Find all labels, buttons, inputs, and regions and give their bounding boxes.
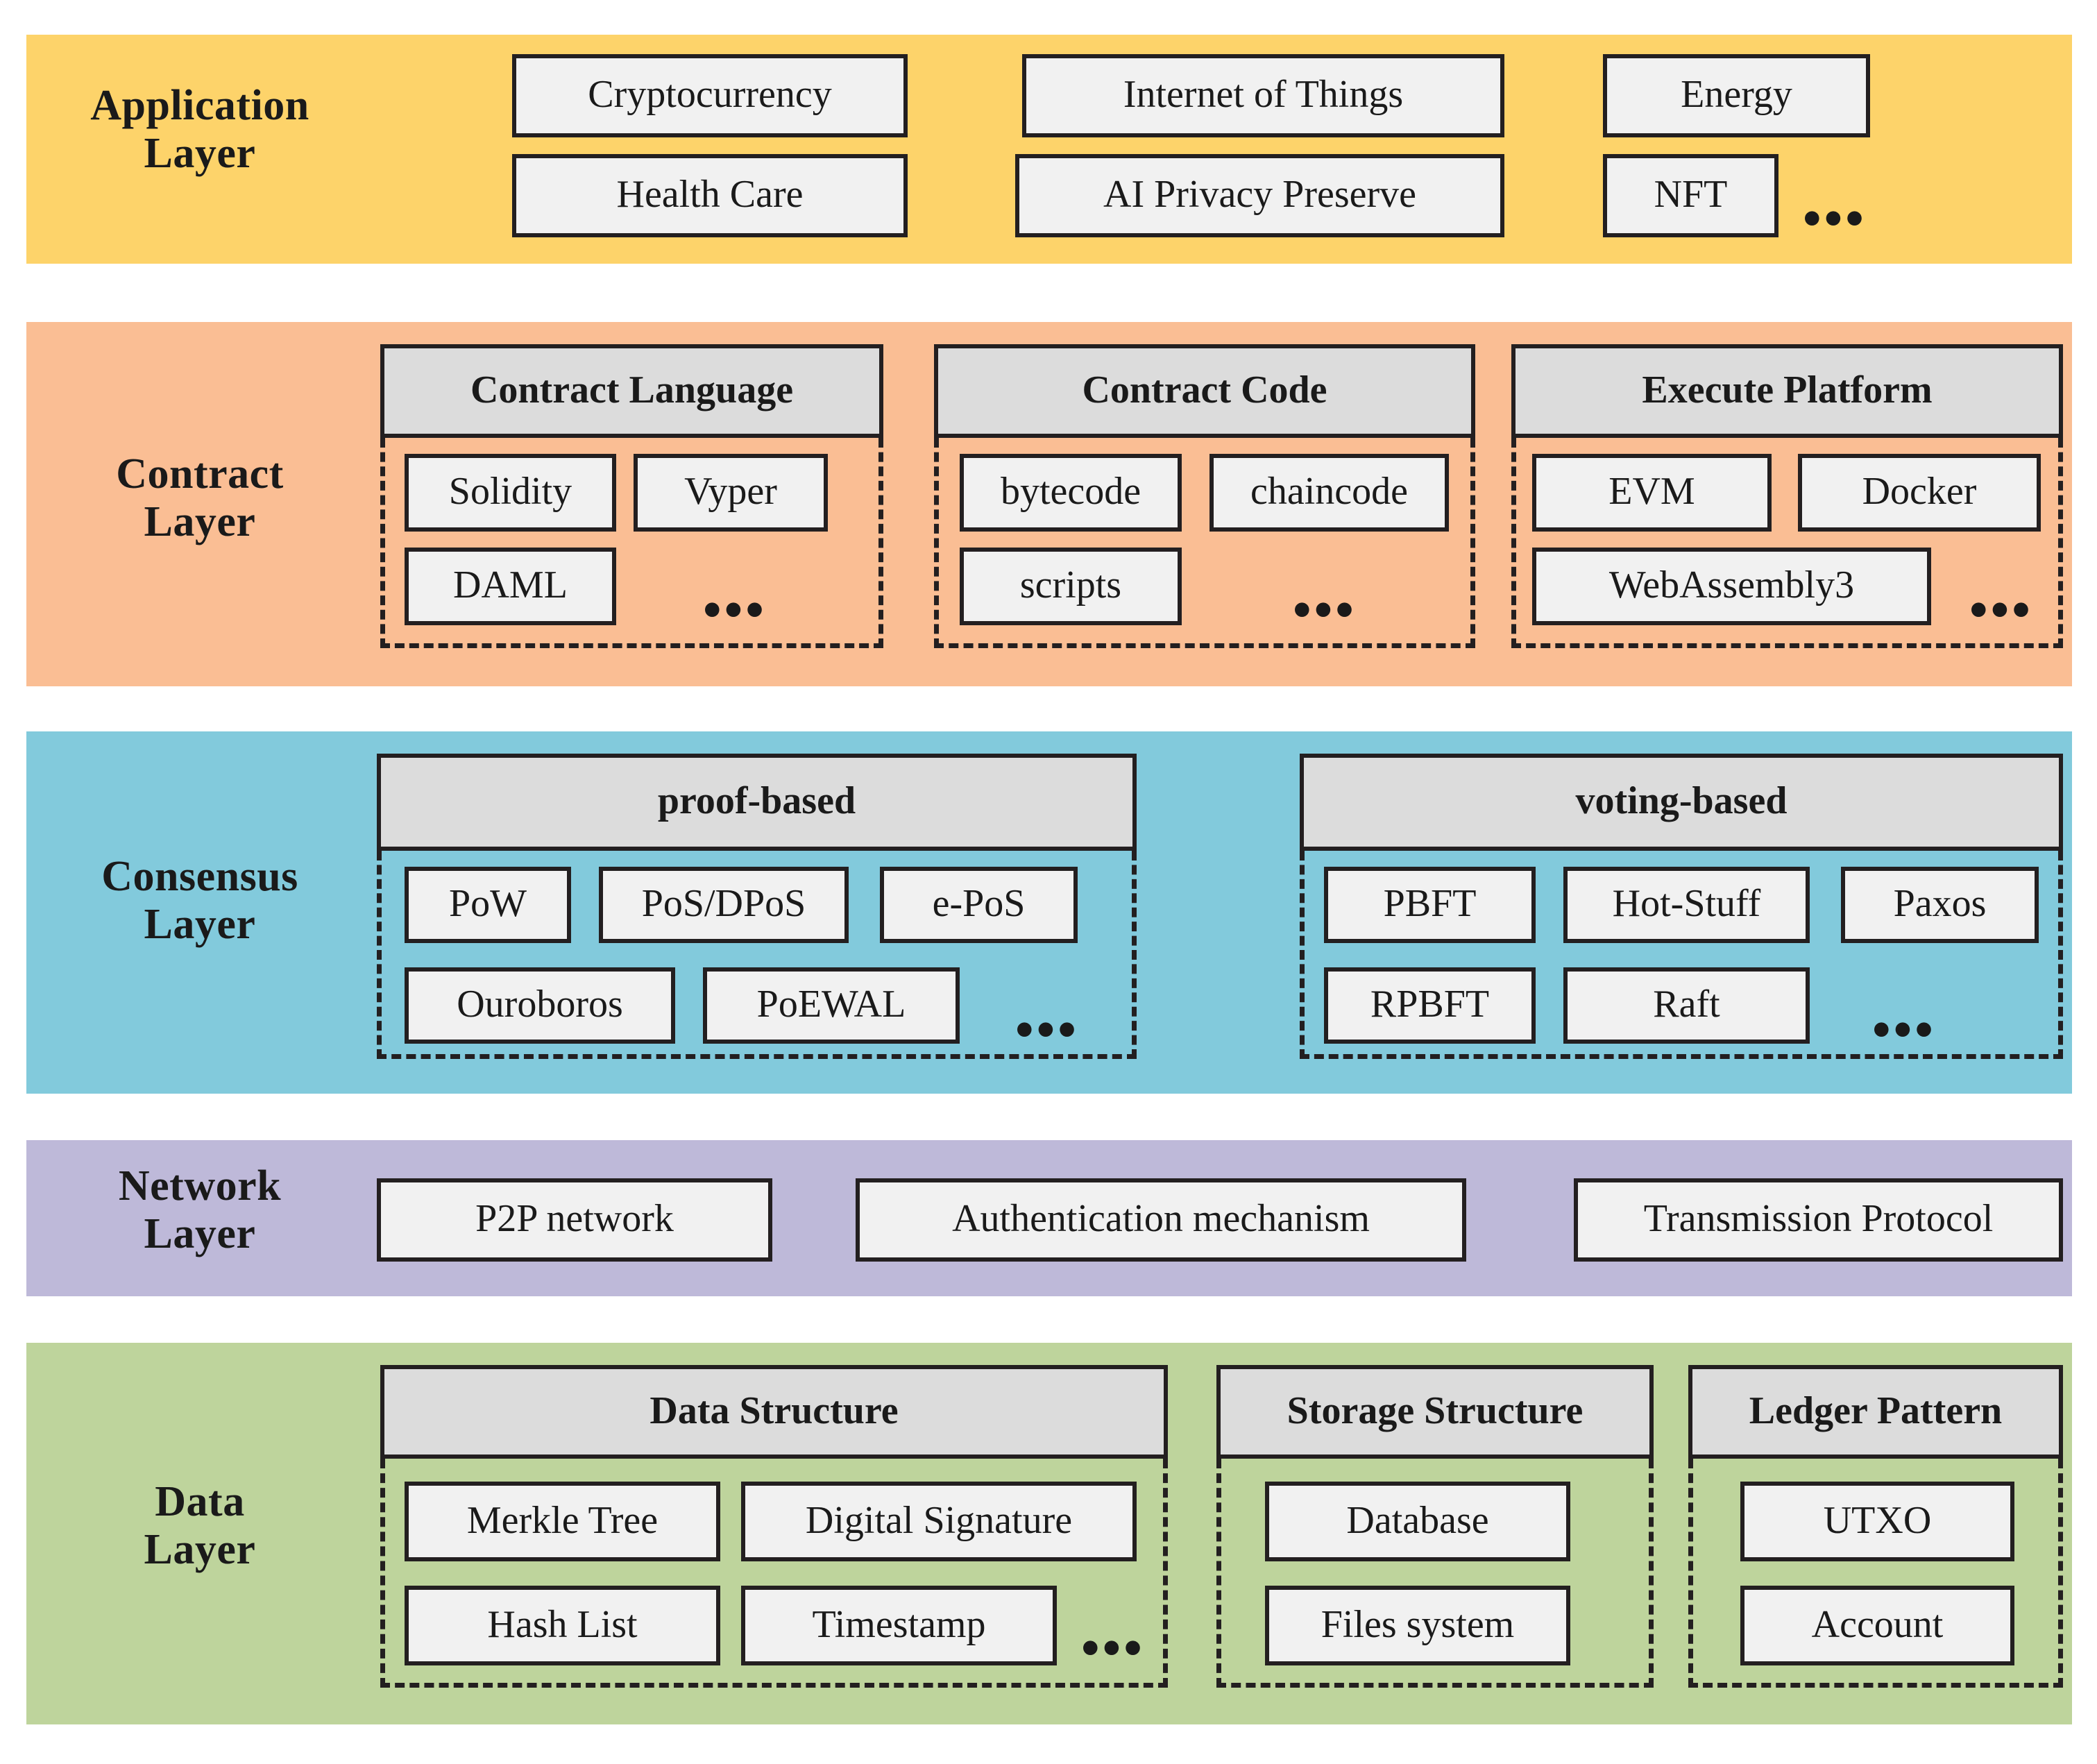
- voting-based-item-hot-stuff[interactable]: Hot-Stuff: [1563, 867, 1810, 943]
- voting-based-ellipsis-icon: •••: [1872, 1001, 1936, 1059]
- layer-application: Application Layer Cryptocurrency Health …: [26, 35, 2072, 264]
- group-header-data-structure: Data Structure: [380, 1365, 1168, 1459]
- contract-language-ellipsis-icon: •••: [703, 581, 767, 639]
- proof-based-item-e-pos[interactable]: e-PoS: [880, 867, 1078, 943]
- ledger-pattern-item-utxo[interactable]: UTXO: [1740, 1482, 2014, 1561]
- execute-platform-item-webassembly3[interactable]: WebAssembly3: [1532, 548, 1931, 625]
- voting-based-item-paxos[interactable]: Paxos: [1841, 867, 2039, 943]
- layer-title-line2: Layer: [144, 901, 256, 949]
- execute-platform-ellipsis-icon: •••: [1969, 581, 2033, 639]
- data-structure-ellipsis-icon: •••: [1081, 1619, 1145, 1677]
- layer-title-contract: Contract Layer: [26, 450, 373, 547]
- data-structure-item-hash-list[interactable]: Hash List: [405, 1586, 720, 1665]
- voting-based-item-pbft[interactable]: PBFT: [1324, 867, 1536, 943]
- layer-title-line1: Application: [90, 82, 309, 129]
- layer-title-line1: Consensus: [101, 853, 298, 900]
- layer-consensus: Consensus Layer proof-based PoW PoS/DPoS…: [26, 731, 2072, 1094]
- layer-title-line2: Layer: [144, 498, 256, 546]
- storage-structure-item-database[interactable]: Database: [1265, 1482, 1570, 1561]
- contract-code-item-chaincode[interactable]: chaincode: [1209, 454, 1449, 532]
- app-item-internet-of-things[interactable]: Internet of Things: [1022, 54, 1504, 137]
- execute-platform-item-evm[interactable]: EVM: [1532, 454, 1772, 532]
- group-header-ledger-pattern: Ledger Pattern: [1688, 1365, 2063, 1459]
- app-item-energy[interactable]: Energy: [1603, 54, 1870, 137]
- layer-title-line2: Layer: [144, 130, 256, 178]
- network-item-p2p-network[interactable]: P2P network: [377, 1178, 772, 1262]
- layer-contract: Contract Layer Contract Language Solidit…: [26, 322, 2072, 686]
- layer-title-consensus: Consensus Layer: [26, 853, 373, 949]
- proof-based-item-ouroboros[interactable]: Ouroboros: [405, 967, 675, 1044]
- group-header-execute-platform: Execute Platform: [1511, 344, 2063, 438]
- data-structure-item-digital-signature[interactable]: Digital Signature: [741, 1482, 1137, 1561]
- proof-based-ellipsis-icon: •••: [1015, 1001, 1079, 1059]
- group-header-storage-structure: Storage Structure: [1216, 1365, 1654, 1459]
- layer-network: Network Layer P2P network Authentication…: [26, 1140, 2072, 1296]
- contract-code-item-bytecode[interactable]: bytecode: [960, 454, 1182, 532]
- layer-title-line1: Contract: [116, 450, 284, 498]
- group-header-voting-based: voting-based: [1300, 754, 2063, 851]
- layer-title-line1: Network: [118, 1162, 282, 1210]
- layer-title-line2: Layer: [144, 1210, 256, 1258]
- layer-title-network: Network Layer: [26, 1162, 373, 1259]
- contract-language-item-vyper[interactable]: Vyper: [634, 454, 828, 532]
- network-item-authentication-mechanism[interactable]: Authentication mechanism: [856, 1178, 1466, 1262]
- proof-based-item-pos-dpos[interactable]: PoS/DPoS: [599, 867, 849, 943]
- contract-language-item-solidity[interactable]: Solidity: [405, 454, 616, 532]
- contract-language-item-daml[interactable]: DAML: [405, 548, 616, 625]
- layer-title-line1: Data: [155, 1478, 245, 1525]
- data-structure-item-merkle-tree[interactable]: Merkle Tree: [405, 1482, 720, 1561]
- proof-based-item-poewal[interactable]: PoEWAL: [703, 967, 960, 1044]
- layer-data: Data Layer Data Structure Merkle Tree Di…: [26, 1343, 2072, 1724]
- group-header-proof-based: proof-based: [377, 754, 1137, 851]
- voting-based-item-raft[interactable]: Raft: [1563, 967, 1810, 1044]
- voting-based-item-rpbft[interactable]: RPBFT: [1324, 967, 1536, 1044]
- layer-title-line2: Layer: [144, 1526, 256, 1574]
- group-header-contract-language: Contract Language: [380, 344, 883, 438]
- network-item-transmission-protocol[interactable]: Transmission Protocol: [1574, 1178, 2063, 1262]
- blockchain-architecture-diagram: Application Layer Cryptocurrency Health …: [0, 0, 2097, 1764]
- contract-code-ellipsis-icon: •••: [1293, 581, 1357, 639]
- app-item-cryptocurrency[interactable]: Cryptocurrency: [512, 54, 908, 137]
- data-structure-item-timestamp[interactable]: Timestamp: [741, 1586, 1057, 1665]
- layer-title-data: Data Layer: [26, 1478, 373, 1575]
- proof-based-item-pow[interactable]: PoW: [405, 867, 571, 943]
- app-item-nft[interactable]: NFT: [1603, 154, 1778, 237]
- group-header-contract-code: Contract Code: [934, 344, 1475, 438]
- contract-code-item-scripts[interactable]: scripts: [960, 548, 1182, 625]
- execute-platform-item-docker[interactable]: Docker: [1798, 454, 2041, 532]
- ledger-pattern-item-account[interactable]: Account: [1740, 1586, 2014, 1665]
- app-ellipsis-icon: •••: [1803, 189, 1867, 248]
- layer-title-application: Application Layer: [26, 82, 373, 178]
- app-item-health-care[interactable]: Health Care: [512, 154, 908, 237]
- app-item-ai-privacy-preserve[interactable]: AI Privacy Preserve: [1015, 154, 1504, 237]
- storage-structure-item-files-system[interactable]: Files system: [1265, 1586, 1570, 1665]
